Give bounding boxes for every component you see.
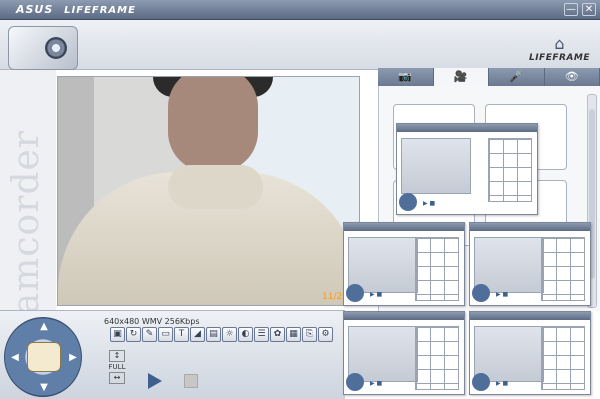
expand-vertical-icon[interactable]: ↕ [109,350,125,362]
capture-mode-tabs: 📷 🎥 🎤 👁 [378,68,600,86]
tab-camcorder[interactable]: 🎥 [433,68,489,86]
mini-controls-icon: ▶ ■ [496,291,509,298]
contrast-tool-icon[interactable]: ◐ [238,327,253,342]
title-bar: ASUS LIFEFRAME — ✕ [0,0,600,20]
stamp-tool-icon[interactable]: ▤ [206,327,221,342]
dial-left-icon[interactable]: ◀ [7,351,23,365]
frame-tool-icon[interactable]: ▭ [158,327,173,342]
mini-window-titlebar [470,312,590,320]
dial-down-icon[interactable]: ▼ [36,381,52,395]
video-preview: 11/20/ [57,76,360,306]
header-band: ⌂ LIFEFRAME [0,20,600,70]
effect-tool-icon[interactable]: ☼ [222,327,237,342]
mini-controls-icon: ▶ ■ [370,380,383,387]
mode-dial[interactable]: ▲ ◀ ▶ ▼ [4,317,82,397]
brush-tool-icon[interactable]: ✎ [142,327,157,342]
clip-tool-icon[interactable]: ⎘ [302,327,317,342]
mini-window: ▶ ■ [343,222,465,306]
color-tool-icon[interactable]: ✿ [270,327,285,342]
mini-thumbnail-grid [541,326,585,390]
mini-controls-icon: ▶ ■ [496,380,509,387]
mini-dial-icon [399,193,417,211]
rotate-tool-icon[interactable]: ↻ [126,327,141,342]
tab-camera[interactable]: 📷 [378,68,434,86]
app-name: LIFEFRAME [64,5,136,16]
effects-toolbar: ▣ ↻ ✎ ▭ T ◢ ▤ ☼ ◐ ☰ ✿ ▦ ⎘ ⚙ [110,327,333,342]
mini-controls-icon: ▶ ■ [370,291,383,298]
mini-window-titlebar [344,312,464,320]
app-brand: ASUS LIFEFRAME [16,3,136,16]
expand-horizontal-icon[interactable]: ↔ [109,372,125,384]
tab-view[interactable]: 👁 [545,68,600,86]
mini-window-titlebar [397,124,537,132]
settings-tool-icon[interactable]: ⚙ [318,327,333,342]
image-tool-icon[interactable]: ▣ [110,327,125,342]
mini-thumbnail-grid [488,138,532,202]
mini-thumbnail-grid [415,326,459,390]
close-button[interactable]: ✕ [582,3,596,16]
tab-microphone[interactable]: 🎤 [489,68,545,86]
camera-lens-icon [45,37,67,59]
mini-window: ▶ ■ [469,222,591,306]
eye-icon: 👁 [564,70,579,83]
mini-preview [401,138,471,194]
mini-window: ▶ ■ [396,123,538,215]
mini-thumbnail-grid [415,237,459,301]
full-screen-control[interactable]: ↕ FULL ↔ [107,349,127,393]
full-label: FULL [108,363,126,371]
mini-dial-icon [472,284,490,302]
mini-window: ▶ ■ [469,311,591,395]
recording-format: 640x480 WMV 256Kbps [104,317,200,326]
video-subject-collar [168,165,263,209]
shape-tool-icon[interactable]: ◢ [190,327,205,342]
mode-label: Camcorder [6,130,47,310]
play-button[interactable] [148,373,162,389]
brand-logo: ASUS [16,3,54,16]
gallery-tool-icon[interactable]: ▦ [286,327,301,342]
mode-strip: Camcorder [0,70,56,310]
stop-button[interactable] [184,374,198,388]
mini-dial-icon [472,373,490,391]
camcorder-mode-icon[interactable] [27,342,61,372]
video-subject-face [168,77,258,172]
mini-thumbnail-grid [541,237,585,301]
minimize-button[interactable]: — [564,3,578,16]
dial-up-icon[interactable]: ▲ [36,320,52,334]
microphone-icon: 🎤 [509,70,524,83]
text-tool-icon[interactable]: T [174,327,189,342]
lifeframe-logo: ⌂ LIFEFRAME [528,34,590,63]
camera-icon: 📷 [398,70,413,83]
mini-dial-icon [346,373,364,391]
list-tool-icon[interactable]: ☰ [254,327,269,342]
mini-window-titlebar [470,223,590,231]
camcorder-icon: 🎥 [453,70,468,83]
dial-right-icon[interactable]: ▶ [65,351,81,365]
lifeframe-logo-icon: ⌂ [554,34,565,53]
bottom-toolbar: ▲ ◀ ▶ ▼ 640x480 WMV 256Kbps ▣ ↻ ✎ ▭ T ◢ … [0,310,345,399]
mini-controls-icon: ▶ ■ [423,200,436,207]
mini-dial-icon [346,284,364,302]
mini-window: ▶ ■ [343,311,465,395]
mini-window-titlebar [344,223,464,231]
webcam-illustration [8,26,78,70]
